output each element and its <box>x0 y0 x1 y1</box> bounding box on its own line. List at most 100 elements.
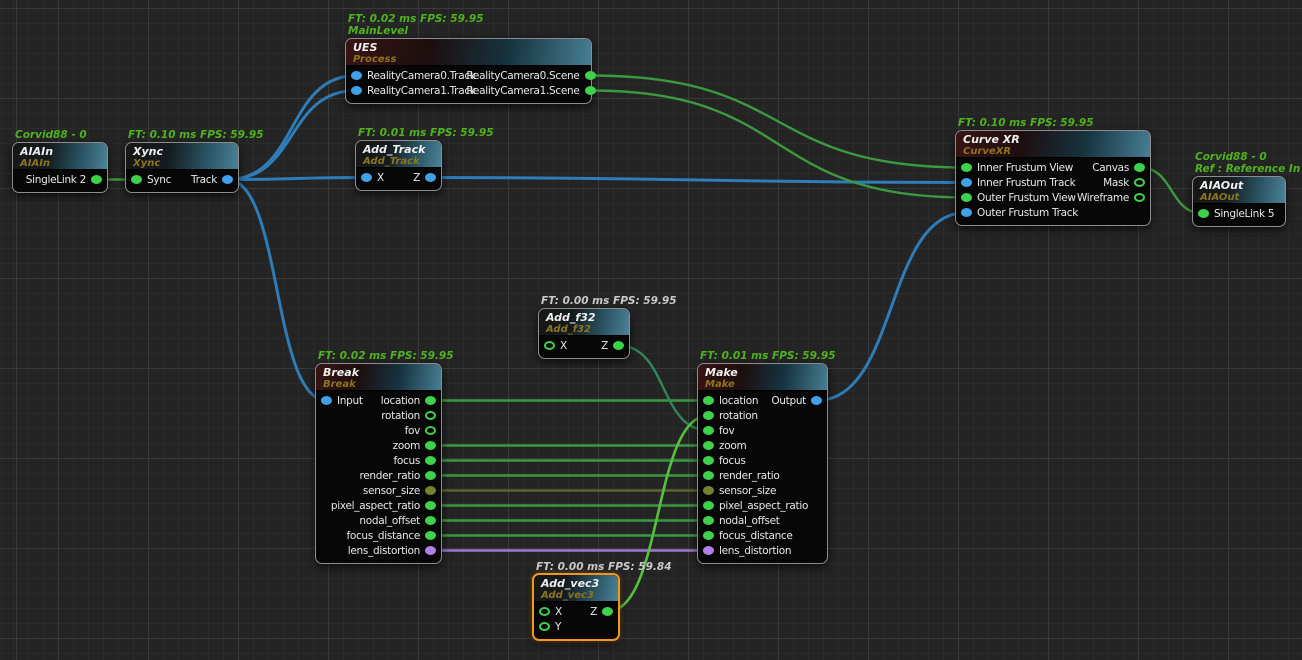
node-title: UES <box>353 41 584 54</box>
node-header[interactable]: BreakBreak <box>316 364 441 391</box>
pin-x-in[interactable] <box>544 341 555 350</box>
node-curvexr[interactable]: FT: 0.10 ms FPS: 59.95Curve XRCurveXRInn… <box>955 130 1151 226</box>
pin-sensor-size-out[interactable] <box>425 486 436 495</box>
node-header[interactable]: Add_TrackAdd_Track <box>356 141 441 168</box>
node-make[interactable]: FT: 0.01 ms FPS: 59.95MakeMakelocationOu… <box>697 363 828 564</box>
pin-zoom-in[interactable] <box>703 441 714 450</box>
pin-output-out[interactable] <box>811 396 822 405</box>
in-pin-group: RealityCamera1.Track <box>351 85 466 97</box>
node-subtitle: AIAIn <box>20 158 100 169</box>
pin-singlelink-5-in[interactable] <box>1198 209 1209 218</box>
pin-focus-distance-out[interactable] <box>425 531 436 540</box>
pin-outer-frustum-view-in[interactable] <box>961 193 972 202</box>
node-header[interactable]: Add_f32Add_f32 <box>539 309 629 336</box>
node-ues[interactable]: FT: 0.02 ms FPS: 59.95MainLevelUESProces… <box>345 38 592 104</box>
node-header[interactable]: UESProcess <box>346 39 591 66</box>
wire-make-to-curvexr[interactable] <box>817 213 967 401</box>
node-subtitle: Add_vec3 <box>541 590 611 601</box>
node-header[interactable]: AIAOutAIAOut <box>1193 177 1285 204</box>
pin-wireframe-out[interactable] <box>1134 193 1145 202</box>
pin-fov-in[interactable] <box>703 426 714 435</box>
pin-location-in[interactable] <box>703 396 714 405</box>
pin-rotation-in[interactable] <box>703 411 714 420</box>
pin-render-ratio-out[interactable] <box>425 471 436 480</box>
pin-z-out[interactable] <box>602 607 613 616</box>
pin-label: zoom <box>719 440 746 452</box>
wire-xync-to-break[interactable] <box>228 180 327 401</box>
pin-mask-out[interactable] <box>1134 178 1145 187</box>
pin-fov-out[interactable] <box>425 426 436 435</box>
pin-nodal-offset-in[interactable] <box>703 516 714 525</box>
node-addtrack[interactable]: FT: 0.01 ms FPS: 59.95Add_TrackAdd_Track… <box>355 140 442 191</box>
pin-rotation-out[interactable] <box>425 411 436 420</box>
pin-label: pixel_aspect_ratio <box>331 500 420 512</box>
wire-xync-to-ues[interactable] <box>228 91 357 180</box>
pin-location-out[interactable] <box>425 396 436 405</box>
pin-input-in[interactable] <box>321 396 332 405</box>
pin-y-in[interactable] <box>539 622 550 631</box>
pin-pixel-aspect-ratio-out[interactable] <box>425 501 436 510</box>
node-subtitle: Make <box>705 379 820 390</box>
node-break[interactable]: FT: 0.02 ms FPS: 59.95BreakBreakInputloc… <box>315 363 442 564</box>
pin-lens-distortion-in[interactable] <box>703 546 714 555</box>
pin-nodal-offset-out[interactable] <box>425 516 436 525</box>
pin-sensor-size-in[interactable] <box>703 486 714 495</box>
pin-inner-frustum-view-in[interactable] <box>961 163 972 172</box>
node-addf32[interactable]: FT: 0.00 ms FPS: 59.95Add_f32Add_f32XZ <box>538 308 630 359</box>
pin-track-out[interactable] <box>222 175 233 184</box>
pin-label: Y <box>555 621 561 633</box>
node-title: AIAIn <box>20 145 100 158</box>
node-rows: XZ <box>539 336 629 353</box>
pin-label: Inner Frustum View <box>977 162 1073 174</box>
pin-outer-frustum-track-in[interactable] <box>961 208 972 217</box>
node-xync[interactable]: FT: 0.10 ms FPS: 59.95XyncXyncSyncTrack <box>125 142 239 193</box>
pin-label: location <box>719 395 758 407</box>
pin-label: pixel_aspect_ratio <box>719 500 808 512</box>
pin-label: Z <box>413 172 420 184</box>
pin-focus-in[interactable] <box>703 456 714 465</box>
wire-ues-to-curvexr[interactable] <box>590 76 966 168</box>
node-header[interactable]: XyncXync <box>126 143 238 170</box>
node-row: locationOutput <box>698 393 827 408</box>
node-graph-canvas[interactable]: Corvid88 - 0AIAInAIAInSingleLink 2FT: 0.… <box>0 0 1302 660</box>
pin-label: zoom <box>393 440 420 452</box>
in-pin-group: X <box>544 340 567 352</box>
out-pin-group: sensor_size <box>363 485 436 497</box>
pin-x-in[interactable] <box>361 173 372 182</box>
out-pin-group: pixel_aspect_ratio <box>331 500 436 512</box>
pin-realitycamera0-track-in[interactable] <box>351 71 362 80</box>
node-row: SingleLink 5 <box>1193 206 1285 221</box>
node-addvec3[interactable]: FT: 0.00 ms FPS: 59.84Add_vec3Add_vec3XZ… <box>532 573 620 641</box>
pin-z-out[interactable] <box>425 173 436 182</box>
pin-x-in[interactable] <box>539 607 550 616</box>
pin-zoom-out[interactable] <box>425 441 436 450</box>
wire-xync-to-ues[interactable] <box>228 76 357 180</box>
wire-addf32-to-make[interactable] <box>619 346 709 431</box>
pin-render-ratio-in[interactable] <box>703 471 714 480</box>
pin-focus-out[interactable] <box>425 456 436 465</box>
node-title: AIAOut <box>1200 179 1278 192</box>
pin-lens-distortion-out[interactable] <box>425 546 436 555</box>
pin-focus-distance-in[interactable] <box>703 531 714 540</box>
pin-pixel-aspect-ratio-in[interactable] <box>703 501 714 510</box>
node-row: render_ratio <box>698 468 827 483</box>
pin-sync-in[interactable] <box>131 175 142 184</box>
pin-realitycamera1-scene-out[interactable] <box>585 86 596 95</box>
pin-singlelink-2-out[interactable] <box>91 175 102 184</box>
pin-realitycamera1-track-in[interactable] <box>351 86 362 95</box>
wire-addtrack-to-curvexr[interactable] <box>431 178 967 183</box>
pin-z-out[interactable] <box>613 341 624 350</box>
node-aiain[interactable]: Corvid88 - 0AIAInAIAInSingleLink 2 <box>12 142 108 193</box>
pin-canvas-out[interactable] <box>1134 163 1145 172</box>
node-header[interactable]: Curve XRCurveXR <box>956 131 1150 158</box>
node-header[interactable]: AIAInAIAIn <box>13 143 107 170</box>
out-pin-group: Wireframe <box>1077 192 1145 204</box>
node-header[interactable]: Add_vec3Add_vec3 <box>534 575 618 602</box>
pin-realitycamera0-scene-out[interactable] <box>585 71 596 80</box>
pin-label: SingleLink 2 <box>26 174 86 186</box>
node-aiaout[interactable]: Corvid88 - 0Ref : Reference In - Unknown… <box>1192 176 1286 227</box>
pin-inner-frustum-track-in[interactable] <box>961 178 972 187</box>
node-header[interactable]: MakeMake <box>698 364 827 391</box>
in-pin-group: Y <box>539 621 561 633</box>
node-title: Break <box>323 366 434 379</box>
